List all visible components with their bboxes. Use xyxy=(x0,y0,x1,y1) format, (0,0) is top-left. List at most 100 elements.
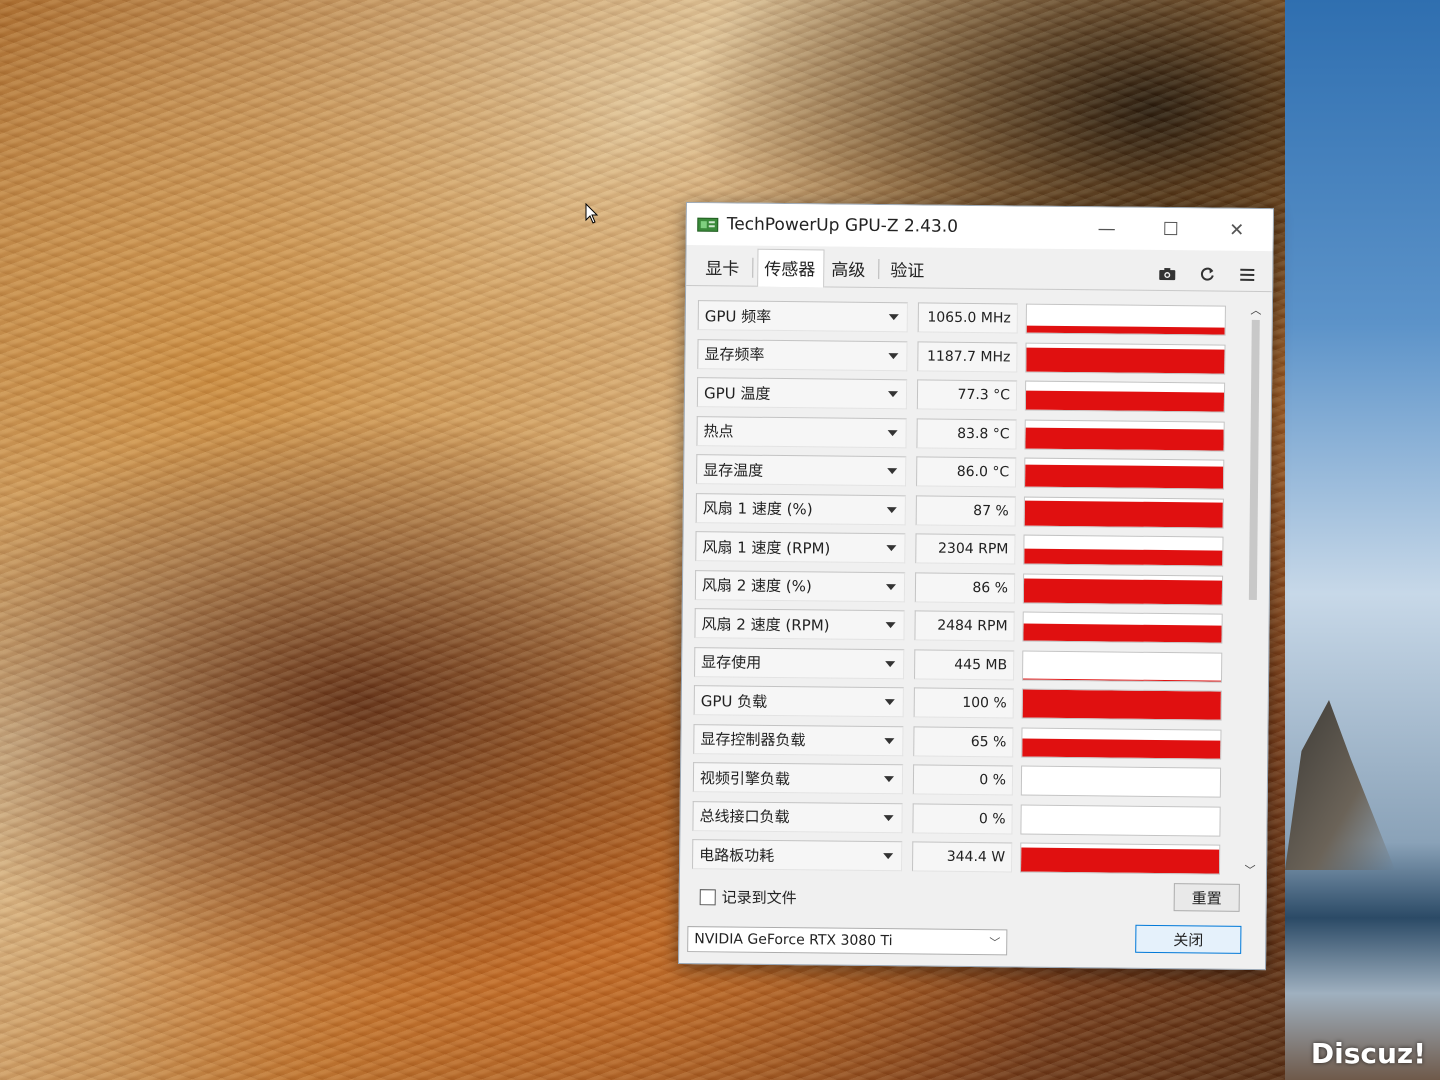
sensor-value: 1187.7 MHz xyxy=(917,341,1018,373)
sensor-label-dropdown[interactable]: GPU 负载 xyxy=(693,685,904,718)
sensor-label: 视频引擎负载 xyxy=(699,768,791,788)
sensor-graph-fill xyxy=(1023,678,1222,682)
dropdown-arrow-icon[interactable] xyxy=(884,737,895,744)
scroll-thumb[interactable] xyxy=(1248,319,1260,600)
refresh-icon[interactable] xyxy=(1198,266,1216,282)
sensor-graph-fill xyxy=(1026,347,1225,374)
sensor-label-dropdown[interactable]: 总线接口负载 xyxy=(692,800,903,834)
sensor-value: 77.3 °C xyxy=(916,379,1018,411)
gpuz-window: TechPowerUp GPU-Z 2.43.0 — ☐ ✕ 显卡 传感器 高级… xyxy=(678,202,1274,971)
dropdown-arrow-icon[interactable] xyxy=(885,660,896,667)
tab-sensors[interactable]: 传感器 xyxy=(757,248,825,288)
dropdown-arrow-icon[interactable] xyxy=(885,622,896,629)
sensor-label-dropdown[interactable]: 风扇 2 速度 (RPM) xyxy=(694,608,905,641)
sensor-row: 视频引擎负载 0 % xyxy=(692,758,1233,802)
sensor-label-dropdown[interactable]: 显存控制器负载 xyxy=(693,723,904,757)
reset-button[interactable]: 重置 xyxy=(1173,883,1240,912)
sensor-label-dropdown[interactable]: 视频引擎负载 xyxy=(692,762,904,795)
sensor-graph-fill xyxy=(1025,464,1224,489)
sensor-graph-fill xyxy=(1026,325,1225,335)
scroll-down-icon[interactable]: ﹀ xyxy=(1242,862,1258,878)
toolbar xyxy=(1158,266,1256,283)
sensor-graph xyxy=(1023,534,1224,567)
dropdown-arrow-icon[interactable] xyxy=(883,814,894,821)
sensor-value: 87 % xyxy=(915,495,1016,527)
dropdown-arrow-icon[interactable] xyxy=(886,545,897,552)
gpu-select[interactable]: NVIDIA GeForce RTX 3080 Ti ﹀ xyxy=(687,926,1008,956)
sensor-row: 风扇 2 速度 (%) 86 % xyxy=(694,566,1235,610)
sensor-graph xyxy=(1024,380,1226,413)
sensor-label-dropdown[interactable]: 风扇 1 速度 (RPM) xyxy=(695,531,906,564)
sensor-rows: GPU 频率 1065.0 MHz 显存频率 1187.7 MHz GPU 温度 77.3… xyxy=(692,296,1238,879)
sensor-label-dropdown[interactable]: 电路板功耗 xyxy=(692,839,903,872)
dropdown-arrow-icon[interactable] xyxy=(887,391,899,398)
sensor-graph xyxy=(1024,457,1225,490)
dropdown-arrow-icon[interactable] xyxy=(888,314,899,321)
dropdown-arrow-icon[interactable] xyxy=(887,429,898,436)
dropdown-arrow-icon[interactable] xyxy=(885,583,897,590)
sensor-graph xyxy=(1025,342,1226,375)
sensor-label: 风扇 2 速度 (RPM) xyxy=(701,614,830,635)
tab-validation[interactable]: 验证 xyxy=(883,250,933,288)
desktop-background: TechPowerUp GPU-Z 2.43.0 — ☐ ✕ 显卡 传感器 高级… xyxy=(0,0,1440,1080)
sensor-label: GPU 频率 xyxy=(704,306,772,326)
watermark-logo: Discuz! xyxy=(1310,1037,1426,1070)
sensor-label-dropdown[interactable]: 显存使用 xyxy=(694,646,905,680)
tab-advanced[interactable]: 高级 xyxy=(824,249,874,287)
sensor-value: 0 % xyxy=(912,764,1014,796)
sensor-label: 风扇 1 速度 (%) xyxy=(702,499,813,519)
sensor-row: GPU 温度 77.3 °C xyxy=(696,373,1237,417)
sensor-row: 总线接口负载 0 % xyxy=(692,797,1232,841)
sensor-label-dropdown[interactable]: 热点 xyxy=(696,415,907,449)
window-title: TechPowerUp GPU-Z 2.43.0 xyxy=(726,214,959,237)
sensor-graph-fill xyxy=(1023,578,1223,605)
dropdown-arrow-icon[interactable] xyxy=(883,853,894,860)
tab-graphics-card[interactable]: 显卡 xyxy=(698,248,748,286)
dropdown-arrow-icon[interactable] xyxy=(883,776,894,783)
sensor-graph xyxy=(1022,573,1224,606)
close-window-button[interactable]: ✕ xyxy=(1207,208,1267,251)
sensor-graph-fill xyxy=(1022,738,1221,759)
sensor-label: GPU 温度 xyxy=(703,383,771,403)
sensor-value: 83.8 °C xyxy=(916,418,1017,450)
scroll-up-icon[interactable]: ︿ xyxy=(1248,302,1264,318)
sensor-graph-fill xyxy=(1024,500,1223,528)
sensor-label: 显存频率 xyxy=(704,345,765,365)
dropdown-arrow-icon[interactable] xyxy=(884,699,895,706)
footer: 记录到文件 重置 NVIDIA GeForce RTX 3080 Ti ﹀ 关闭 xyxy=(679,872,1266,978)
sensor-label-dropdown[interactable]: GPU 频率 xyxy=(697,300,908,333)
dropdown-arrow-icon[interactable] xyxy=(887,468,898,475)
sensor-graph xyxy=(1019,842,1221,875)
maximize-button[interactable]: ☐ xyxy=(1141,208,1201,251)
log-to-file-label: 记录到文件 xyxy=(721,888,797,908)
sensor-label: 显存使用 xyxy=(701,653,762,673)
close-button[interactable]: 关闭 xyxy=(1135,924,1242,954)
sensor-label-dropdown[interactable]: 风扇 2 速度 (%) xyxy=(694,569,906,603)
sensor-row: 热点 83.8 °C xyxy=(696,412,1236,456)
sensor-graph xyxy=(1020,765,1222,798)
sensor-value: 344.4 W xyxy=(911,841,1013,873)
sensor-label-dropdown[interactable]: GPU 温度 xyxy=(696,377,908,410)
sensor-row: 显存温度 86.0 °C xyxy=(696,450,1236,494)
chevron-down-icon: ﹀ xyxy=(989,936,1001,950)
sensor-value: 86.0 °C xyxy=(916,456,1017,488)
title-bar[interactable]: TechPowerUp GPU-Z 2.43.0 — ☐ ✕ xyxy=(686,203,1273,252)
sensor-row: 风扇 1 速度 (RPM) 2304 RPM xyxy=(695,527,1235,571)
dropdown-arrow-icon[interactable] xyxy=(886,506,897,513)
sensor-label-dropdown[interactable]: 显存温度 xyxy=(696,454,907,487)
sensor-label-dropdown[interactable]: 风扇 1 速度 (%) xyxy=(695,492,906,526)
gpuz-app-icon xyxy=(697,217,719,232)
sensor-graph-fill xyxy=(1022,689,1221,720)
sensor-label: 风扇 2 速度 (%) xyxy=(701,576,812,596)
vertical-scrollbar[interactable]: ︿ ﹀ xyxy=(1242,302,1264,878)
checkbox-box[interactable] xyxy=(699,888,716,905)
camera-icon[interactable] xyxy=(1158,266,1176,282)
dropdown-arrow-icon[interactable] xyxy=(888,352,899,359)
background-window-edge xyxy=(1285,0,1440,1080)
sensor-graph-fill xyxy=(1025,390,1225,412)
sensor-graph-fill xyxy=(1023,624,1222,643)
minimize-button[interactable]: — xyxy=(1077,207,1137,250)
menu-icon[interactable] xyxy=(1238,267,1256,283)
sensor-label-dropdown[interactable]: 显存频率 xyxy=(697,338,908,372)
log-to-file-checkbox[interactable]: 记录到文件 xyxy=(699,886,797,908)
